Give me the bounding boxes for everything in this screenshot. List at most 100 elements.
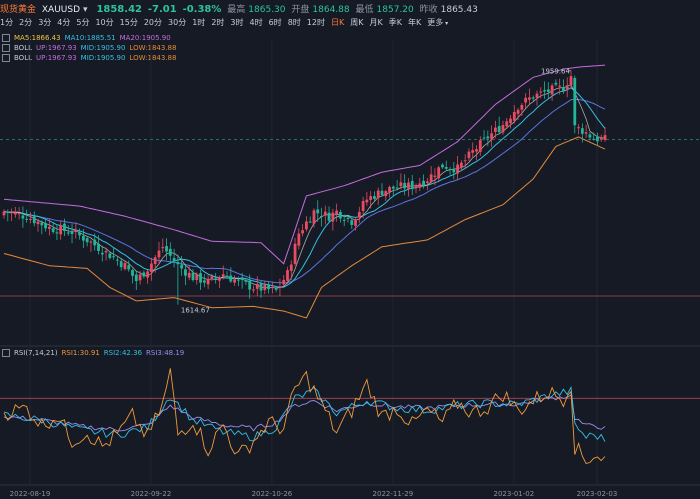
candle-body	[531, 97, 535, 99]
candle-body	[414, 185, 418, 189]
candle-body	[323, 211, 327, 216]
candle-body	[293, 243, 297, 264]
candle-body	[535, 93, 539, 98]
candle-body	[550, 85, 554, 95]
candle-body	[354, 219, 357, 226]
candle-body	[55, 232, 59, 234]
candle-body	[494, 127, 497, 132]
candle-body	[252, 289, 255, 291]
candle-body	[161, 247, 165, 249]
candle-body	[418, 183, 422, 188]
candle-body	[229, 275, 233, 282]
candle-body	[63, 223, 66, 232]
rsi3-value: RSI3:48.19	[146, 349, 185, 357]
candle-body	[44, 223, 47, 229]
candle-body	[282, 279, 286, 285]
candle-body	[463, 160, 467, 162]
x-tick-label: 2023-01-02	[493, 490, 534, 498]
candle-body	[214, 277, 218, 279]
candle-body	[565, 85, 569, 90]
candle-body	[25, 218, 29, 220]
candlestick-chart[interactable]: 1959.64 1614.67 2022-08-19 2022-09-22 2022-1…	[0, 0, 700, 499]
rsi-label: RSI(7,14,21)	[14, 349, 58, 357]
candle-body	[13, 212, 17, 215]
candle-body	[516, 109, 520, 114]
candle-body	[85, 238, 89, 243]
candle-body	[596, 136, 599, 142]
candle-body	[335, 210, 339, 215]
candle-body	[395, 187, 399, 189]
candle-body	[21, 215, 25, 219]
candle-body	[539, 91, 543, 93]
candle-body	[263, 284, 267, 291]
candle-body	[407, 182, 410, 189]
candle-body	[478, 140, 482, 152]
candle-body	[153, 257, 157, 264]
candle-body	[376, 190, 380, 198]
candle-body	[391, 186, 395, 189]
rsi2-value: RSI2:42.36	[103, 349, 143, 357]
candle-body	[206, 278, 210, 285]
candle-body	[74, 229, 78, 233]
candle-body	[131, 269, 134, 276]
candle-body	[512, 112, 516, 121]
candle-body	[138, 274, 142, 281]
candle-body	[361, 200, 365, 211]
candle-body	[520, 105, 524, 110]
candle-body	[40, 222, 44, 226]
candle-body	[259, 283, 263, 291]
candle-body	[331, 212, 335, 222]
candle-body	[267, 284, 270, 290]
candle-body	[357, 211, 361, 218]
candle-body	[157, 250, 161, 258]
candle-body	[165, 246, 168, 252]
candle-body	[562, 87, 565, 92]
candle-body	[297, 233, 301, 246]
candle-body	[270, 287, 274, 289]
candle-body	[497, 126, 501, 133]
candle-body	[104, 250, 108, 253]
candle-body	[425, 181, 429, 183]
candle-body	[546, 89, 550, 92]
candle-body	[255, 283, 259, 289]
rsi-toggle[interactable]	[2, 349, 10, 357]
boll-upper-band	[3, 64, 606, 265]
candle-body	[278, 286, 282, 288]
candle-body	[36, 221, 40, 225]
candle-body	[339, 211, 342, 219]
x-tick-label: 2022-11-29	[373, 490, 414, 498]
candle-body	[240, 277, 244, 280]
max-price-label: 1959.64	[541, 68, 570, 76]
candle-body	[422, 180, 425, 186]
candle-body	[274, 287, 278, 290]
rsi-legend: RSI(7,14,21) RSI1:30.91 RSI2:42.36 RSI3:48.…	[0, 349, 188, 358]
candle-body	[505, 121, 509, 127]
candle-body	[6, 211, 10, 213]
rsi1-line	[3, 368, 606, 465]
candle-body	[210, 276, 214, 279]
candle-body	[233, 279, 236, 283]
candle-body	[142, 272, 146, 277]
candle-body	[482, 137, 486, 139]
candle-body	[244, 280, 248, 282]
candle-body	[448, 168, 452, 170]
candle-body	[195, 274, 199, 280]
candle-body	[93, 239, 97, 246]
candle-body	[320, 215, 323, 218]
candle-body	[441, 164, 444, 168]
candle-body	[373, 196, 376, 199]
candle-body	[346, 218, 350, 220]
candle-body	[365, 199, 369, 203]
candle-body	[384, 191, 388, 197]
candle-body	[410, 180, 414, 189]
candle-body	[176, 262, 180, 265]
candle-body	[248, 280, 252, 290]
x-tick-label: 2022-10-26	[252, 490, 293, 498]
candle-body	[59, 225, 63, 235]
candle-body	[452, 169, 456, 173]
candle-body	[180, 264, 184, 269]
candle-body	[501, 125, 505, 133]
candle-body	[459, 162, 463, 168]
candle-body	[403, 182, 407, 189]
candle-body	[588, 134, 592, 138]
